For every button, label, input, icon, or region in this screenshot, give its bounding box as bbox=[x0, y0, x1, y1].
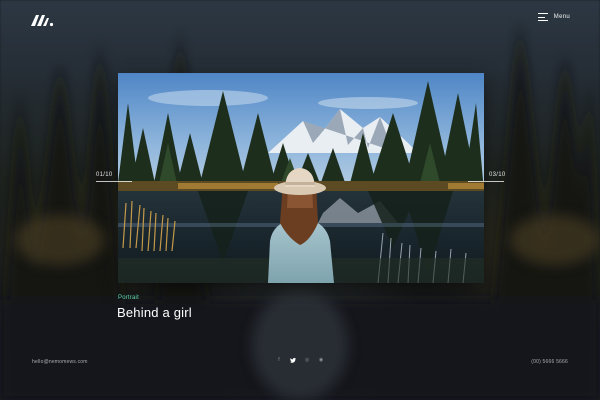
contact-phone[interactable]: (00) 5666 5666 bbox=[531, 359, 568, 365]
slide-counter-current: 01/10 bbox=[96, 172, 113, 178]
social-links: f ◎ ◉ bbox=[276, 356, 324, 364]
menu-button[interactable]: Menu bbox=[537, 13, 570, 21]
slide-title[interactable]: Behind a girl bbox=[117, 305, 192, 320]
facebook-icon[interactable]: f bbox=[276, 356, 282, 364]
slide-counter-next: 03/10 bbox=[489, 172, 506, 178]
dribbble-icon[interactable]: ◉ bbox=[318, 356, 324, 364]
instagram-icon[interactable]: ◎ bbox=[304, 356, 310, 364]
contact-email[interactable]: hello@nemomews.com bbox=[32, 359, 88, 365]
hamburger-icon bbox=[537, 13, 548, 21]
slide-category[interactable]: Portrait bbox=[118, 295, 139, 301]
twitter-icon[interactable] bbox=[290, 356, 296, 364]
menu-label: Menu bbox=[553, 14, 570, 20]
brand-logo-icon[interactable] bbox=[30, 12, 54, 28]
prev-slide-line[interactable] bbox=[96, 181, 132, 182]
next-slide-line[interactable] bbox=[468, 181, 504, 182]
page: Menu 01/10 03/10 Portrait Behind a girl … bbox=[0, 0, 600, 400]
slide-photo[interactable] bbox=[118, 73, 484, 283]
